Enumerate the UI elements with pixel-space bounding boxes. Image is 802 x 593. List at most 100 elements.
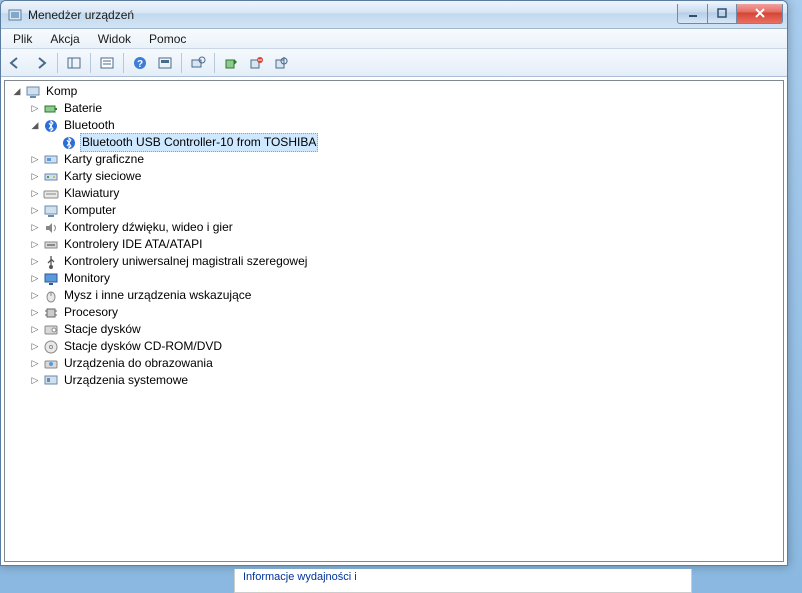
menu-file[interactable]: Plik xyxy=(5,30,40,48)
tree-node-computer[interactable]: ▷ Komputer xyxy=(27,202,783,219)
disable-button[interactable] xyxy=(270,52,292,74)
tree-node-label: Bluetooth USB Controller-10 from TOSHIBA xyxy=(80,133,318,152)
tree-node-label: Urządzenia do obrazowania xyxy=(62,355,215,372)
tree-node-label: Baterie xyxy=(62,100,104,117)
processor-icon xyxy=(43,305,59,321)
imaging-icon xyxy=(43,356,59,372)
tree-node-monitors[interactable]: ▷ Monitory xyxy=(27,270,783,287)
sound-icon xyxy=(43,220,59,236)
expand-icon[interactable]: ▷ xyxy=(29,171,41,183)
svg-text:?: ? xyxy=(137,59,143,70)
menu-action[interactable]: Akcja xyxy=(42,30,87,48)
toolbar-separator xyxy=(57,53,58,73)
properties-button[interactable] xyxy=(96,52,118,74)
device-manager-window: Menedżer urządzeń Plik Akcja Widok Pomoc… xyxy=(0,0,788,566)
bluetooth-icon xyxy=(61,135,77,151)
tree-node-label: Klawiatury xyxy=(62,185,121,202)
tree-root[interactable]: ◢ Komp xyxy=(9,83,783,100)
expand-icon[interactable]: ▷ xyxy=(29,154,41,166)
tree-node-label: Karty sieciowe xyxy=(62,168,143,185)
close-button[interactable] xyxy=(737,4,783,24)
expand-icon[interactable]: ▷ xyxy=(29,256,41,268)
tree-node-label: Monitory xyxy=(62,270,112,287)
keyboard-icon xyxy=(43,186,59,202)
maximize-button[interactable] xyxy=(707,4,737,24)
tree-node-sound-controllers[interactable]: ▷ Kontrolery dźwięku, wideo i gier xyxy=(27,219,783,236)
tree-node-ide-controllers[interactable]: ▷ Kontrolery IDE ATA/ATAPI xyxy=(27,236,783,253)
bluetooth-icon xyxy=(43,118,59,134)
expand-icon[interactable]: ▷ xyxy=(29,324,41,336)
tree-node-label: Stacje dysków xyxy=(62,321,143,338)
ide-controller-icon xyxy=(43,237,59,253)
tree-node-imaging-devices[interactable]: ▷ Urządzenia do obrazowania xyxy=(27,355,783,372)
device-tree-pane[interactable]: ◢ Komp ▷ Baterie ◢ Bluetooth xyxy=(4,80,784,562)
menu-view[interactable]: Widok xyxy=(90,30,139,48)
tree-node-bluetooth-device[interactable]: ▷ Bluetooth USB Controller-10 from TOSHI… xyxy=(45,134,783,151)
tree-node-label: Kontrolery uniwersalnej magistrali szere… xyxy=(62,253,309,270)
tree-node-disk-drives[interactable]: ▷ Stacje dysków xyxy=(27,321,783,338)
forward-button[interactable] xyxy=(30,52,52,74)
tree-node-network-adapters[interactable]: ▷ Karty sieciowe xyxy=(27,168,783,185)
expand-icon[interactable]: ▷ xyxy=(29,375,41,387)
tree-node-label: Kontrolery IDE ATA/ATAPI xyxy=(62,236,205,253)
tree-node-system-devices[interactable]: ▷ Urządzenia systemowe xyxy=(27,372,783,389)
window-title: Menedżer urządzeń xyxy=(28,8,677,22)
expand-icon[interactable]: ▷ xyxy=(29,341,41,353)
expand-icon[interactable]: ▷ xyxy=(29,239,41,251)
computer-icon xyxy=(25,84,41,100)
uninstall-button[interactable] xyxy=(245,52,267,74)
back-button[interactable] xyxy=(5,52,27,74)
expand-icon[interactable]: ▷ xyxy=(29,103,41,115)
titlebar[interactable]: Menedżer urządzeń xyxy=(1,1,787,29)
tree-node-label: Karty graficzne xyxy=(62,151,146,168)
toolbar: ? xyxy=(1,49,787,77)
disk-drive-icon xyxy=(43,322,59,338)
toolbar-separator xyxy=(90,53,91,73)
show-hide-tree-button[interactable] xyxy=(63,52,85,74)
tree-node-label: Procesory xyxy=(62,304,120,321)
tree-node-cdrom-drives[interactable]: ▷ Stacje dysków CD-ROM/DVD xyxy=(27,338,783,355)
expand-icon[interactable]: ▷ xyxy=(29,188,41,200)
expand-icon[interactable]: ▷ xyxy=(29,273,41,285)
battery-icon xyxy=(43,101,59,117)
tree-node-label: Mysz i inne urządzenia wskazujące xyxy=(62,287,253,304)
monitor-icon xyxy=(43,271,59,287)
tree-node-batteries[interactable]: ▷ Baterie xyxy=(27,100,783,117)
display-adapter-icon xyxy=(43,152,59,168)
system-device-icon xyxy=(43,373,59,389)
window-controls xyxy=(677,4,783,24)
tree-node-usb-controllers[interactable]: ▷ Kontrolery uniwersalnej magistrali sze… xyxy=(27,253,783,270)
tree-node-display-adapters[interactable]: ▷ Karty graficzne xyxy=(27,151,783,168)
network-adapter-icon xyxy=(43,169,59,185)
expand-icon[interactable]: ▷ xyxy=(29,222,41,234)
tree-node-label: Kontrolery dźwięku, wideo i gier xyxy=(62,219,235,236)
tree-node-bluetooth[interactable]: ◢ Bluetooth xyxy=(27,117,783,134)
update-driver-button[interactable] xyxy=(220,52,242,74)
expand-icon[interactable]: ▷ xyxy=(29,290,41,302)
toolbar-separator xyxy=(214,53,215,73)
scan-hardware-button[interactable] xyxy=(187,52,209,74)
minimize-button[interactable] xyxy=(677,4,707,24)
computer-icon xyxy=(43,203,59,219)
tree-node-label: Urządzenia systemowe xyxy=(62,372,190,389)
toolbar-separator xyxy=(123,53,124,73)
expand-icon[interactable]: ▷ xyxy=(29,307,41,319)
collapse-icon[interactable]: ◢ xyxy=(29,120,41,132)
help-button[interactable]: ? xyxy=(129,52,151,74)
app-icon xyxy=(7,7,23,23)
menubar: Plik Akcja Widok Pomoc xyxy=(1,29,787,49)
mouse-icon xyxy=(43,288,59,304)
tree-node-label: Komputer xyxy=(62,202,118,219)
tree-node-mice[interactable]: ▷ Mysz i inne urządzenia wskazujące xyxy=(27,287,783,304)
toolbar-separator xyxy=(181,53,182,73)
usb-icon xyxy=(43,254,59,270)
tree-node-keyboards[interactable]: ▷ Klawiatury xyxy=(27,185,783,202)
tree-node-processors[interactable]: ▷ Procesory xyxy=(27,304,783,321)
expand-icon[interactable]: ▷ xyxy=(29,358,41,370)
action-button[interactable] xyxy=(154,52,176,74)
collapse-icon[interactable]: ◢ xyxy=(11,86,23,98)
menu-help[interactable]: Pomoc xyxy=(141,30,194,48)
expand-icon[interactable]: ▷ xyxy=(29,205,41,217)
background-text: Informacje wydajności i xyxy=(243,571,357,583)
tree-node-label: Komp xyxy=(44,83,79,100)
